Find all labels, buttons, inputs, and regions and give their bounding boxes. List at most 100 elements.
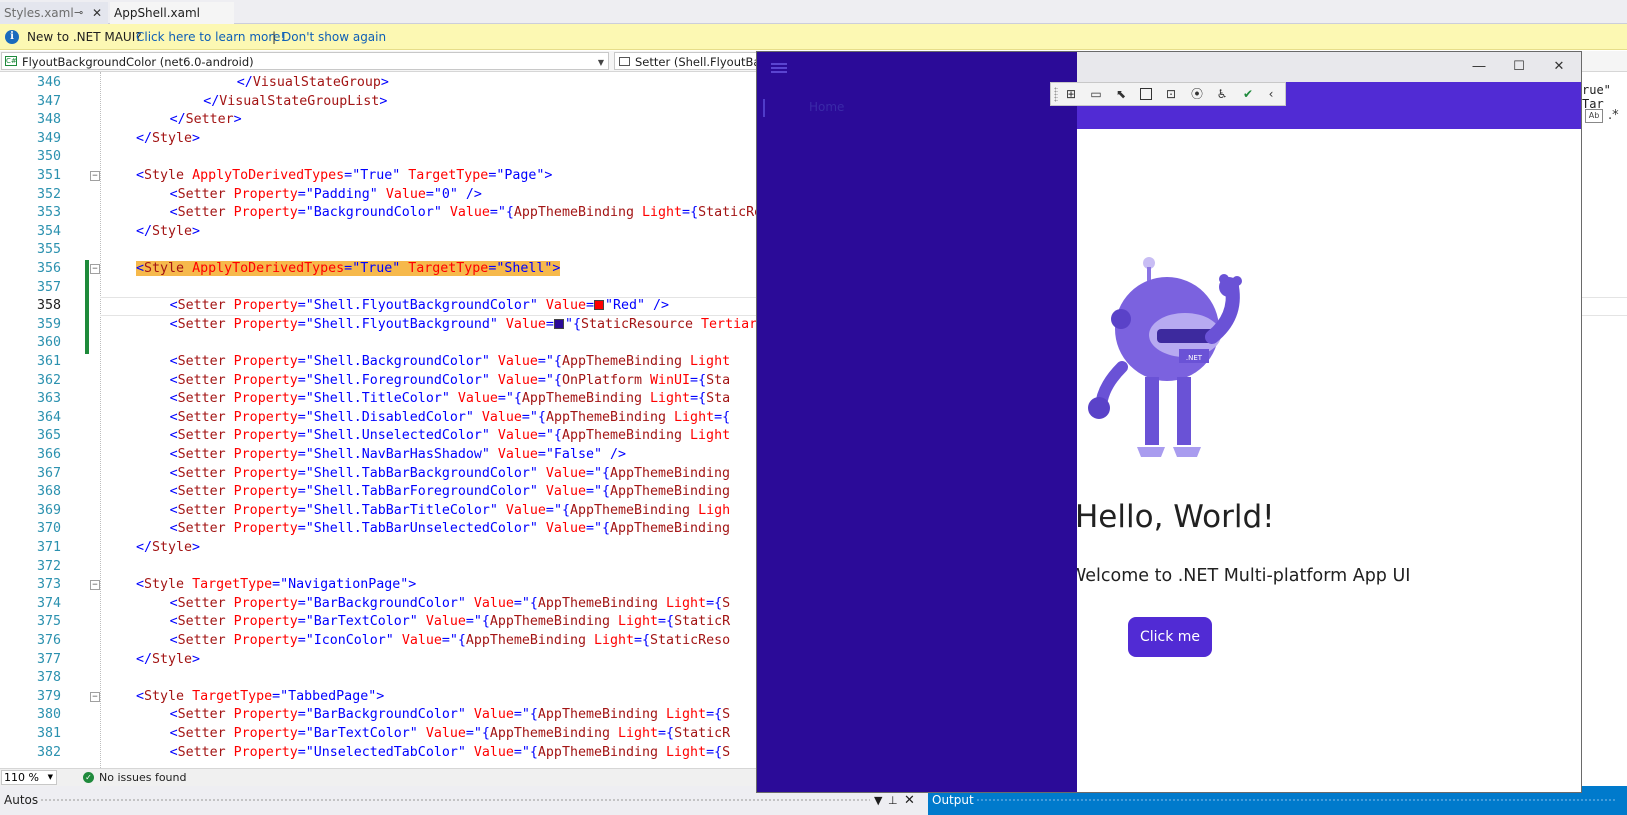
toolbar-grip[interactable] (1054, 87, 1058, 102)
code-token: = (658, 614, 667, 630)
csharp-project-icon: C# (5, 56, 17, 66)
learn-more-link[interactable]: Click here to learn more! (136, 24, 285, 50)
hamburger-icon[interactable] (771, 63, 787, 73)
line-number: 350 (36, 149, 61, 165)
pin-icon[interactable]: ⊸ (74, 2, 83, 24)
code-token: Setter (177, 316, 226, 332)
code-token: = (272, 577, 281, 593)
code-token: = (297, 744, 306, 760)
code-token: Property (233, 354, 298, 369)
code-token: "{ (449, 633, 466, 648)
panel-grip[interactable] (40, 798, 870, 803)
code-token: Style (144, 261, 185, 276)
collapse-icon[interactable]: ‹ (1261, 85, 1281, 104)
code-token: = (297, 447, 306, 462)
color-swatch[interactable] (553, 318, 564, 329)
code-token: < (169, 186, 178, 202)
collapse-icon[interactable]: − (90, 691, 100, 702)
code-token: "{ (529, 409, 546, 425)
pointer-select-icon[interactable]: ⬉ (1111, 85, 1131, 104)
adorner-icon[interactable] (1136, 85, 1156, 104)
code-token: < (169, 744, 178, 760)
code-token: Style (152, 540, 193, 555)
binding-icon[interactable]: ⦿ (1187, 85, 1207, 104)
search-highlight: <Style ApplyToDerivedTypes="True" Target… (136, 261, 561, 276)
code-token: /> (609, 447, 626, 462)
visual-studio-window: Styles.xaml ⊸ ✕ AppShell.xaml i New to .… (0, 0, 1627, 815)
code-token: Style (144, 577, 185, 593)
collapse-icon[interactable]: − (90, 171, 100, 181)
tab-styles-xaml[interactable]: Styles.xaml ⊸ ✕ (0, 2, 108, 24)
line-number: 380 (36, 707, 61, 723)
type-dropdown[interactable]: C# FlyoutBackgroundColor (net6.0-android… (1, 52, 609, 70)
code-token: "Shell.NavBarHasShadow" (305, 447, 490, 462)
close-icon[interactable]: ✕ (1539, 52, 1579, 82)
code-token: > (552, 261, 561, 276)
code-token: "Shell.UnselectedColor" (305, 428, 490, 444)
regex-icon[interactable]: .* (1608, 108, 1619, 123)
code-token: Setter (177, 465, 226, 481)
select-element-icon[interactable]: ⊞ (1061, 85, 1081, 104)
app-title-bar[interactable]: ― ☐ ✕ (757, 52, 1581, 82)
code-token: OnPlatform (561, 372, 642, 388)
code-text: <Setter Property="IconColor" Value="{App… (170, 632, 731, 651)
code-token: = (537, 354, 546, 369)
code-token: Property (233, 465, 298, 481)
accessibility-icon[interactable]: ♿ (1212, 85, 1232, 104)
code-token: "Shell.FlyoutBackground" (305, 316, 498, 332)
code-token: Style (152, 223, 193, 239)
maximize-icon[interactable]: ☐ (1499, 52, 1539, 82)
color-swatch[interactable] (593, 300, 604, 311)
collapse-icon[interactable]: − (90, 580, 100, 591)
code-token: "{ (521, 744, 538, 760)
code-token: Setter (177, 726, 226, 741)
code-token: </ (136, 651, 153, 667)
text-format-icon[interactable]: Ab (1585, 109, 1603, 123)
code-text: <Setter Property="BarBackgroundColor" Va… (170, 595, 731, 614)
code-token: AppThemeBinding (521, 391, 643, 407)
click-me-button[interactable]: Click me (1128, 617, 1212, 657)
code-token: Light (618, 614, 659, 630)
code-token: "Shell.BackgroundColor" (305, 354, 490, 369)
code-token: { (714, 744, 723, 760)
tab-appshell-xaml[interactable]: AppShell.xaml (110, 2, 234, 24)
track-focus-icon[interactable]: ⊡ (1161, 85, 1181, 104)
code-token: Setter (177, 633, 226, 648)
code-token: TargetType (192, 688, 273, 704)
flyout-item-home[interactable]: Home (809, 100, 844, 114)
code-text: <Setter Property="Shell.TabBarForeground… (170, 483, 730, 502)
record-icon[interactable]: ▭ (1086, 85, 1106, 104)
code-token: = (297, 726, 306, 741)
code-text: <Setter Property="Shell.ForegroundColor"… (170, 372, 731, 391)
info-icon: i (5, 30, 19, 44)
dont-show-again-link[interactable]: Don't show again (282, 24, 386, 50)
code-token: Property (233, 428, 298, 444)
code-token: S (722, 744, 731, 760)
code-token: Property (233, 316, 298, 332)
minimize-icon[interactable]: ― (1459, 52, 1499, 82)
zoom-dropdown[interactable]: 110 % ▼ (1, 770, 57, 785)
line-number: 360 (36, 335, 61, 351)
close-icon[interactable]: ✕ (92, 2, 102, 24)
chevron-down-icon: ▼ (47, 773, 53, 781)
panel-grip[interactable] (976, 798, 1616, 803)
ok-icon[interactable]: ✔ (1238, 85, 1258, 104)
issues-status[interactable]: No issues found (99, 769, 186, 786)
maui-app-window[interactable]: ― ☐ ✕ Home .NET Hello, World! Welcome to… (756, 51, 1582, 793)
code-token: = (297, 391, 306, 407)
collapse-icon[interactable]: − (90, 264, 100, 274)
code-token: = (690, 372, 699, 388)
code-token: "{ (521, 595, 538, 611)
